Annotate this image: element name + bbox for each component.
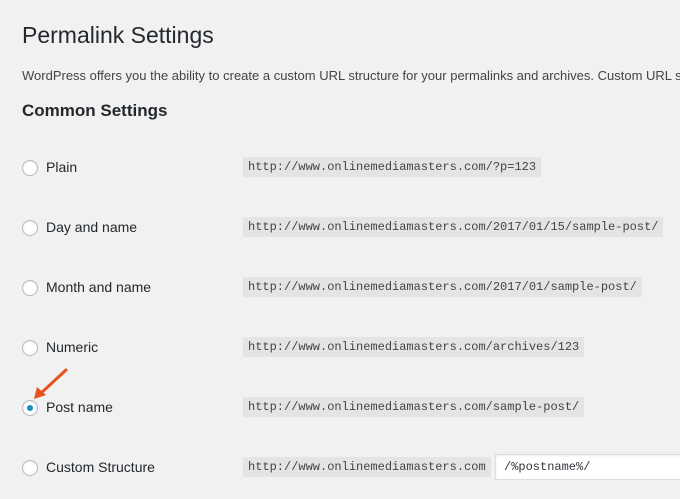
section-title: Common Settings xyxy=(22,101,168,120)
custom-structure-input[interactable] xyxy=(495,454,680,480)
example-url-post-name: http://www.onlinemediamasters.com/sample… xyxy=(243,397,585,417)
radio-day-and-name[interactable] xyxy=(22,220,38,236)
radio-month-and-name[interactable] xyxy=(22,280,38,296)
radio-numeric[interactable] xyxy=(22,340,38,356)
permalink-option-month-and-name[interactable]: Month and name http://www.onlinemediamas… xyxy=(22,277,680,301)
permalink-option-plain[interactable]: Plain http://www.onlinemediamasters.com/… xyxy=(22,157,680,181)
option-label-numeric[interactable]: Numeric xyxy=(46,338,98,356)
permalink-option-numeric[interactable]: Numeric http://www.onlinemediamasters.co… xyxy=(22,337,680,361)
example-url-month-and-name: http://www.onlinemediamasters.com/2017/0… xyxy=(243,277,642,297)
permalink-option-custom-structure[interactable]: Custom Structure http://www.onlinemediam… xyxy=(22,454,680,481)
radio-custom-structure[interactable] xyxy=(22,460,38,476)
permalink-option-day-and-name[interactable]: Day and name http://www.onlinemediamaste… xyxy=(22,217,680,241)
page-title: Permalink Settings xyxy=(22,22,214,48)
example-url-day-and-name: http://www.onlinemediamasters.com/2017/0… xyxy=(243,217,664,237)
option-label-plain[interactable]: Plain xyxy=(46,158,77,176)
arrow-icon xyxy=(34,368,68,399)
example-url-plain: http://www.onlinemediamasters.com/?p=123 xyxy=(243,157,542,177)
radio-plain[interactable] xyxy=(22,160,38,176)
permalink-option-post-name[interactable]: Post name http://www.onlinemediamasters.… xyxy=(22,397,680,421)
option-label-month-and-name[interactable]: Month and name xyxy=(46,278,151,296)
example-url-custom-base: http://www.onlinemediamasters.com xyxy=(243,457,491,477)
example-url-numeric: http://www.onlinemediamasters.com/archiv… xyxy=(243,337,585,357)
option-label-custom-structure[interactable]: Custom Structure xyxy=(46,458,155,476)
intro-text: WordPress offers you the ability to crea… xyxy=(22,68,680,83)
option-label-day-and-name[interactable]: Day and name xyxy=(46,218,137,236)
